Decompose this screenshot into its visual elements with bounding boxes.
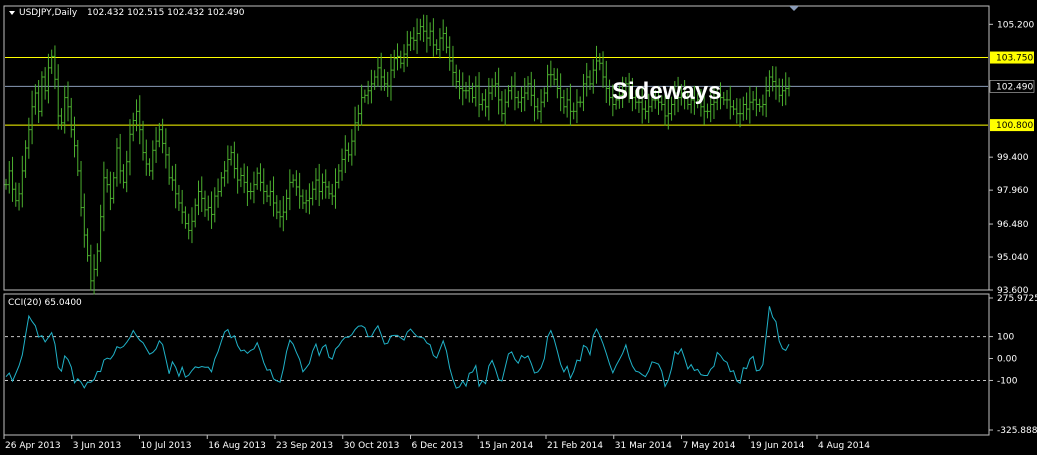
time-axis: 26 Apr 2013 3 Jun 2013 10 Jul 2013 16 Aug 2… <box>3 435 870 451</box>
time-axis-label: 7 May 2014 <box>683 441 736 451</box>
time-axis-label: 15 Jan 2014 <box>479 441 533 451</box>
time-axis-label: 19 Jun 2014 <box>750 441 804 451</box>
time-axis-label: 3 Jun 2013 <box>73 441 121 451</box>
price-axis-label: 97.960 <box>997 186 1029 196</box>
cci-indicator-label: CCI(20) 65.0400 <box>8 298 82 308</box>
price-axis-label: 96.480 <box>997 220 1029 230</box>
price-axis: 105.20099.40097.96096.48095.04093.600103… <box>989 20 1034 296</box>
price-axis-label: 95.040 <box>997 253 1029 263</box>
time-axis-label: 30 Oct 2013 <box>344 441 400 451</box>
level-price-label: 103.750 <box>996 54 1033 64</box>
time-axis-label: 16 Aug 2013 <box>208 441 266 451</box>
cci-axis-label: 275.9725 <box>997 294 1037 304</box>
chart-header: USDJPY,Daily 102.432 102.515 102.432 102… <box>9 8 245 18</box>
time-axis-label: 23 Sep 2013 <box>276 441 333 451</box>
cci-axis-label: -100 <box>997 376 1018 386</box>
sideways-annotation[interactable]: Sideways <box>612 78 721 105</box>
level-price-label: 100.800 <box>996 121 1033 131</box>
cci-axis: 275.9725 100 0.00 -100 -325.888 <box>989 294 1037 436</box>
time-axis-label: 6 Dec 2013 <box>412 441 464 451</box>
price-axis-label: 105.200 <box>997 20 1034 30</box>
price-axis-label: 99.400 <box>997 153 1029 163</box>
time-axis-label: 31 Mar 2014 <box>615 441 672 451</box>
cci-axis-label: 0.00 <box>997 355 1017 365</box>
chart-terminal: USDJPY,Daily 102.432 102.515 102.432 102… <box>3 5 1037 451</box>
price-panel[interactable] <box>3 5 990 291</box>
symbol-timeframe-label: USDJPY,Daily <box>19 8 78 18</box>
cci-axis-label: -325.888 <box>997 426 1037 436</box>
current-price-label: 102.490 <box>996 82 1033 92</box>
time-axis-label: 4 Aug 2014 <box>818 441 870 451</box>
time-axis-label: 21 Feb 2014 <box>547 441 603 451</box>
time-axis-label: 10 Jul 2013 <box>141 441 192 451</box>
cci-panel[interactable] <box>3 293 990 436</box>
cci-axis-label: 100 <box>997 333 1014 343</box>
time-axis-label: 26 Apr 2013 <box>5 441 61 451</box>
ohlc-readout: 102.432 102.515 102.432 102.490 <box>87 8 245 18</box>
